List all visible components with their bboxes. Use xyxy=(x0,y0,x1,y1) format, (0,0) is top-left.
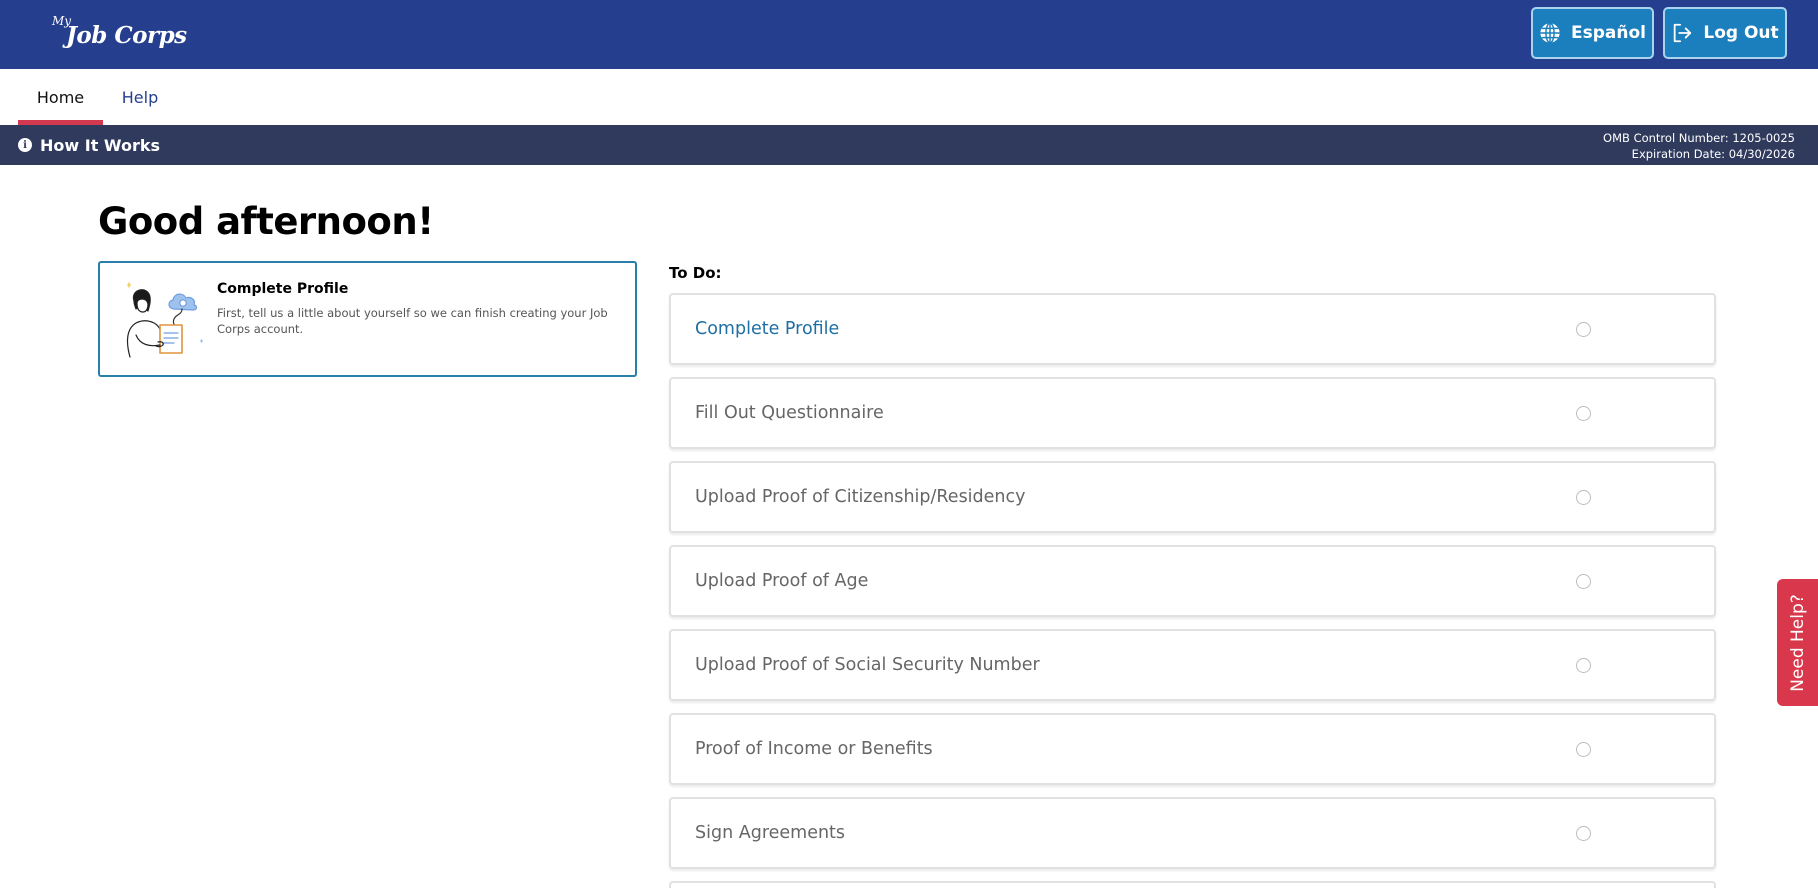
logo-main-text: Job Corps xyxy=(66,22,187,49)
todo-item-label: Proof of Income or Benefits xyxy=(695,739,933,759)
log-out-label: Log Out xyxy=(1703,23,1779,43)
info-icon: i xyxy=(18,138,32,152)
status-circle-icon xyxy=(1576,826,1591,841)
logout-icon xyxy=(1671,22,1693,44)
todo-item-upload-ssn[interactable]: Upload Proof of Social Security Number xyxy=(669,629,1716,701)
how-it-works-label: How It Works xyxy=(40,135,161,155)
tab-home[interactable]: Home xyxy=(18,69,103,125)
todo-item-sign-agreements[interactable]: Sign Agreements xyxy=(669,797,1716,869)
profile-card-title: Complete Profile xyxy=(217,281,349,297)
omb-info: OMB Control Number: 1205-0025 Expiration… xyxy=(1603,130,1795,162)
tab-help[interactable]: Help xyxy=(114,69,166,125)
profile-card-description: First, tell us a little about yourself s… xyxy=(217,306,608,336)
page-title: Good afternoon! xyxy=(98,200,434,243)
need-help-label: Need Help? xyxy=(1787,593,1808,692)
status-circle-icon xyxy=(1576,658,1591,673)
todo-item-label: Upload Proof of Citizenship/Residency xyxy=(695,487,1026,507)
todo-item-label: Fill Out Questionnaire xyxy=(695,403,884,423)
status-circle-icon xyxy=(1576,322,1591,337)
status-circle-icon xyxy=(1576,574,1591,589)
todo-item-proof-of-income[interactable]: Proof of Income or Benefits xyxy=(669,713,1716,785)
complete-profile-card[interactable]: Complete Profile First, tell us a little… xyxy=(98,261,637,377)
globe-icon xyxy=(1539,22,1561,44)
todo-item-next-partial[interactable] xyxy=(669,881,1716,888)
status-circle-icon xyxy=(1576,490,1591,505)
todo-item-upload-age[interactable]: Upload Proof of Age xyxy=(669,545,1716,617)
omb-control-number: OMB Control Number: 1205-0025 xyxy=(1603,131,1795,145)
todo-item-label: Upload Proof of Age xyxy=(695,571,869,591)
todo-item-label: Upload Proof of Social Security Number xyxy=(695,655,1040,675)
todo-item-upload-citizenship[interactable]: Upload Proof of Citizenship/Residency xyxy=(669,461,1716,533)
top-header: My Job Corps Español Log Out xyxy=(0,0,1818,69)
profile-illustration xyxy=(122,279,214,361)
todo-item-label: Complete Profile xyxy=(695,319,840,339)
todo-item-fill-out-questionnaire[interactable]: Fill Out Questionnaire xyxy=(669,377,1716,449)
todo-heading: To Do: xyxy=(669,264,722,282)
need-help-button[interactable]: Need Help? xyxy=(1777,579,1818,706)
how-it-works-link[interactable]: i How It Works xyxy=(18,125,160,165)
status-circle-icon xyxy=(1576,742,1591,757)
todo-item-label: Sign Agreements xyxy=(695,823,846,843)
expiration-date: Expiration Date: 04/30/2026 xyxy=(1631,147,1795,161)
log-out-button[interactable]: Log Out xyxy=(1663,7,1787,59)
main-nav: Home Help xyxy=(0,69,1818,125)
espanol-label: Español xyxy=(1571,23,1646,43)
espanol-button[interactable]: Español xyxy=(1531,7,1654,59)
status-circle-icon xyxy=(1576,406,1591,421)
info-bar: i How It Works OMB Control Number: 1205-… xyxy=(0,125,1818,165)
todo-item-complete-profile[interactable]: Complete Profile xyxy=(669,293,1716,365)
